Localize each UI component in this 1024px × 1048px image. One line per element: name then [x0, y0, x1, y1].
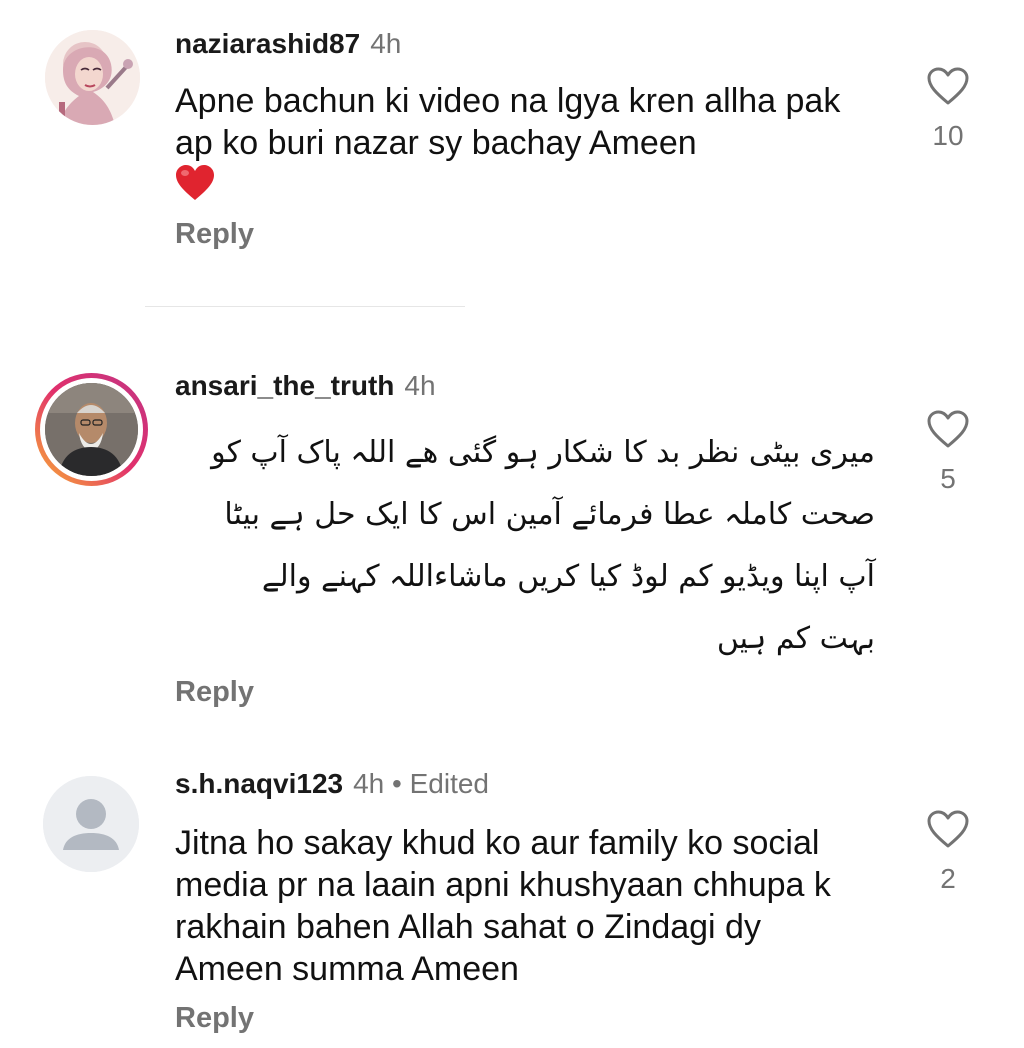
username[interactable]: ansari_the_truth 4h: [175, 370, 436, 402]
timestamp: 4h: [404, 370, 436, 401]
heart-outline-icon[interactable]: [926, 66, 970, 106]
username[interactable]: s.h.naqvi123 4h • Edited: [175, 768, 489, 800]
username-text[interactable]: naziarashid87: [175, 28, 360, 59]
person-photo-icon: [45, 383, 138, 476]
avatar-illustration-icon: [45, 30, 140, 125]
timestamp: 4h: [370, 28, 402, 59]
avatar[interactable]: [45, 30, 140, 125]
like-count: 2: [940, 863, 956, 894]
comment-text: Apne bachun ki video na lgya kren allha …: [175, 80, 865, 206]
like-button[interactable]: 10: [913, 66, 983, 152]
reply-button[interactable]: Reply: [175, 218, 254, 251]
comment-text-content: Apne bachun ki video na lgya kren allha …: [175, 82, 841, 162]
comment-text-line: میری بیٹی نظر بد کا شکار ہو گئی ھے اللہ …: [211, 435, 875, 470]
heart-outline-icon[interactable]: [926, 809, 970, 849]
edited-label: • Edited: [392, 768, 490, 799]
comment-text-line: صحت کاملہ عطا فرمائے آمین اس کا ایک حل ہ…: [224, 497, 875, 532]
default-user-icon: [43, 776, 139, 872]
comment-text-line: آپ اپنا ویڈیو کم لوڈ کیا کریں ماشاءاللہ …: [261, 559, 875, 594]
username[interactable]: naziarashid87 4h: [175, 28, 401, 60]
timestamp: 4h: [353, 768, 385, 799]
avatar[interactable]: [43, 776, 139, 872]
heart-outline-icon[interactable]: [926, 409, 970, 449]
red-heart-emoji-icon: [175, 164, 865, 206]
like-count: 10: [932, 120, 964, 151]
profile-photo: [45, 383, 138, 476]
divider: [145, 306, 465, 307]
reply-button[interactable]: Reply: [175, 1002, 254, 1035]
comment-text-line: بہت کم ہیں: [716, 621, 875, 656]
username-text[interactable]: s.h.naqvi123: [175, 768, 343, 799]
reply-button[interactable]: Reply: [175, 676, 254, 709]
username-text[interactable]: ansari_the_truth: [175, 370, 394, 401]
avatar[interactable]: [35, 373, 148, 486]
like-count: 5: [940, 463, 956, 494]
comment-text: Jitna ho sakay khud ko aur family ko soc…: [175, 822, 875, 990]
comment-text: میری بیٹی نظر بد کا شکار ہو گئی ھے اللہ …: [175, 422, 875, 670]
comment-text-content: Jitna ho sakay khud ko aur family ko soc…: [175, 824, 831, 988]
like-button[interactable]: 5: [913, 409, 983, 495]
like-button[interactable]: 2: [913, 809, 983, 895]
